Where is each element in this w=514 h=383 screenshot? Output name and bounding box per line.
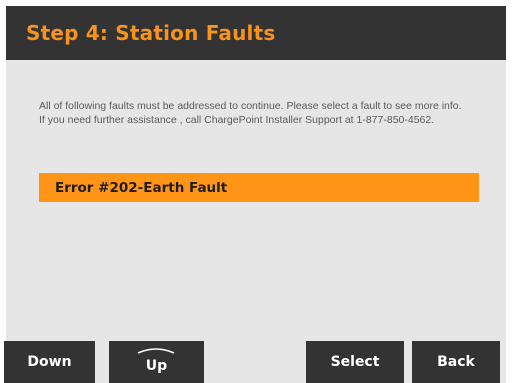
down-button-label: Down <box>27 354 72 370</box>
page-title: Step 4: Station Faults <box>26 21 276 45</box>
instructions-line-2: If you need further assistance , call Ch… <box>39 114 435 126</box>
header-bar: Step 4: Station Faults <box>6 6 506 60</box>
back-button-label: Back <box>437 354 475 370</box>
up-arrow-icon <box>137 348 175 354</box>
up-button[interactable]: Up <box>109 341 204 383</box>
select-button-label: Select <box>330 354 380 370</box>
station-screen: Step 4: Station Faults All of following … <box>6 6 506 383</box>
up-button-label: Up <box>145 358 168 374</box>
fault-list-item-selected[interactable]: Error #202-Earth Fault <box>39 173 479 202</box>
select-button[interactable]: Select <box>306 341 404 383</box>
instructions-text: All of following faults must be addresse… <box>39 99 479 127</box>
instructions-line-1: All of following faults must be addresse… <box>39 100 462 112</box>
back-button[interactable]: Back <box>412 341 500 383</box>
down-button[interactable]: Down <box>4 341 95 383</box>
